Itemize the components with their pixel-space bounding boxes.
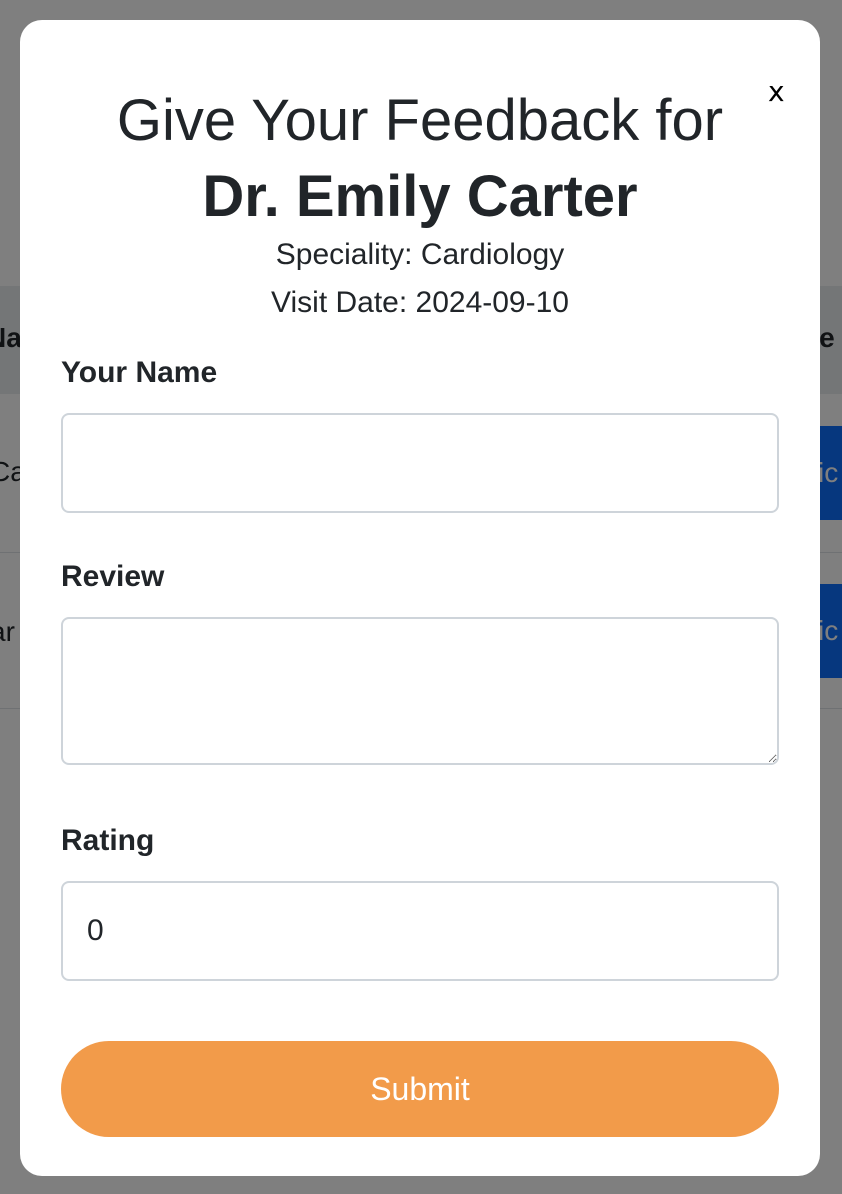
doctor-speciality: Speciality: Cardiology [275, 238, 565, 271]
rating-input[interactable] [61, 881, 779, 981]
name-input[interactable] [61, 413, 779, 513]
review-label: Review [61, 560, 165, 593]
feedback-modal: x Give Your Feedback for Dr. Emily Carte… [20, 20, 820, 1176]
review-textarea[interactable] [61, 617, 779, 765]
doctor-name: Dr. Emily Carter [202, 164, 638, 229]
rating-label: Rating [61, 824, 155, 857]
modal-title: Give Your Feedback for [116, 88, 724, 153]
visit-date: Visit Date: 2024-09-10 [271, 286, 569, 319]
name-label: Your Name [61, 356, 218, 389]
submit-button[interactable]: Submit [61, 1041, 779, 1137]
